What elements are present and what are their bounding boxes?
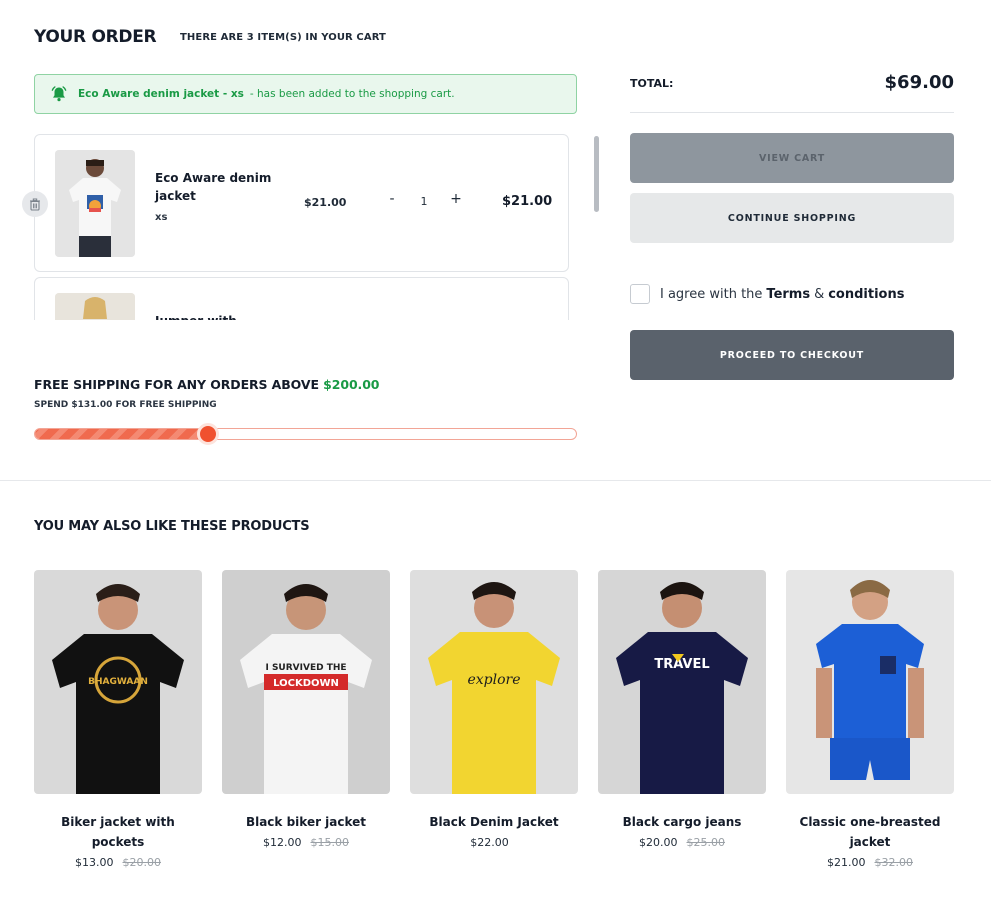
svg-text:BHAGWAAN: BHAGWAAN (88, 677, 148, 687)
cart-items-list[interactable]: Eco Aware denim jacket xs $21.00 - 1 + $… (34, 134, 600, 320)
svg-text:LOCKDOWN: LOCKDOWN (273, 678, 339, 689)
product-image[interactable]: I SURVIVED THE LOCKDOWN (222, 570, 390, 794)
cart-item: Jumper with (34, 277, 569, 320)
cart-item-name[interactable]: Eco Aware denim jacket (155, 169, 275, 205)
total-value: $69.00 (884, 72, 954, 93)
product-price: $13.00 (75, 856, 114, 869)
added-to-cart-alert: Eco Aware denim jacket - xs - has been a… (34, 74, 577, 114)
total-label: TOTAL: (630, 77, 674, 90)
product-prices: $13.00 $20.00 (34, 856, 202, 869)
product-card[interactable]: BHAGWAAN Biker jacket with pockets $13.0… (34, 570, 202, 869)
quantity-value[interactable]: 1 (416, 195, 432, 208)
cart-item-image (55, 150, 135, 257)
product-old-price: $15.00 (310, 836, 350, 849)
cart-item: Eco Aware denim jacket xs $21.00 - 1 + $… (34, 134, 569, 272)
continue-shopping-button[interactable]: CONTINUE SHOPPING (630, 193, 954, 243)
total-divider (630, 112, 954, 113)
free-shipping-threshold: $200.00 (323, 377, 380, 392)
trash-icon (30, 198, 40, 211)
product-prices: $12.00 $15.00 (222, 836, 390, 849)
product-image[interactable] (786, 570, 954, 794)
cart-item-variant: xs (155, 212, 168, 223)
product-image[interactable]: BHAGWAAN (34, 570, 202, 794)
quantity-increase-button[interactable]: + (448, 191, 464, 211)
cart-item-price: $21.00 (304, 196, 347, 209)
product-old-price: $25.00 (686, 836, 726, 849)
cart-item-name[interactable]: Jumper with (155, 312, 275, 320)
product-price: $22.00 (470, 836, 509, 849)
view-cart-button[interactable]: VIEW CART (630, 133, 954, 183)
product-card[interactable]: I SURVIVED THE LOCKDOWN Black biker jack… (222, 570, 390, 849)
product-old-price: $32.00 (874, 856, 914, 869)
terms-link[interactable]: Terms (766, 287, 810, 302)
svg-text:TRAVEL: TRAVEL (654, 657, 709, 672)
quantity-decrease-button[interactable]: - (385, 191, 399, 211)
progress-fill (35, 429, 209, 439)
product-prices: $20.00 $25.00 (598, 836, 766, 849)
product-name[interactable]: Classic one-breasted jacket (786, 812, 954, 852)
product-name[interactable]: Biker jacket with pockets (34, 812, 202, 852)
product-name[interactable]: Black Denim Jacket (410, 812, 578, 832)
product-card[interactable]: explore Black Denim Jacket $22.00 (410, 570, 578, 849)
terms-agreement: I agree with the Terms & conditions (630, 284, 908, 304)
terms-checkbox[interactable] (630, 284, 650, 304)
proceed-to-checkout-button[interactable]: PROCEED TO CHECKOUT (630, 330, 954, 380)
agree-text: I agree with the (660, 286, 763, 302)
recommendations-title: YOU MAY ALSO LIKE THESE PRODUCTS (34, 519, 310, 534)
ampersand: & (814, 286, 825, 302)
product-prices: $21.00 $32.00 (786, 856, 954, 869)
free-shipping-title: FREE SHIPPING FOR ANY ORDERS ABOVE $200.… (34, 377, 379, 392)
cart-scrollbar[interactable] (594, 136, 599, 212)
alert-product-name: Eco Aware denim jacket - xs (78, 88, 244, 100)
free-shipping-text: FREE SHIPPING FOR ANY ORDERS ABOVE (34, 377, 319, 392)
remove-item-button[interactable] (22, 191, 48, 217)
section-divider (0, 480, 991, 481)
product-price: $21.00 (827, 856, 866, 869)
product-image[interactable]: explore (410, 570, 578, 794)
product-card[interactable]: TRAVEL Black cargo jeans $20.00 $25.00 (598, 570, 766, 849)
cart-count-text: THERE ARE 3 ITEM(S) IN YOUR CART (180, 32, 386, 43)
bell-icon (50, 85, 68, 103)
alert-message: - has been added to the shopping cart. (249, 88, 455, 100)
product-price: $12.00 (263, 836, 302, 849)
page-title: YOUR ORDER (34, 27, 157, 47)
svg-text:explore: explore (467, 672, 520, 688)
product-name[interactable]: Black biker jacket (222, 812, 390, 832)
product-price: $20.00 (639, 836, 678, 849)
free-shipping-progress-bar (34, 423, 577, 445)
product-old-price: $20.00 (122, 856, 162, 869)
free-shipping-remaining: SPEND $131.00 FOR FREE SHIPPING (34, 400, 217, 410)
product-prices: $22.00 (410, 836, 578, 849)
product-card[interactable]: Classic one-breasted jacket $21.00 $32.00 (786, 570, 954, 869)
progress-knob (197, 423, 220, 445)
cart-item-image (55, 293, 135, 320)
cart-item-total: $21.00 (502, 194, 553, 209)
svg-text:I SURVIVED THE: I SURVIVED THE (265, 663, 346, 673)
product-name[interactable]: Black cargo jeans (598, 812, 766, 832)
product-image[interactable]: TRAVEL (598, 570, 766, 794)
conditions-link[interactable]: conditions (828, 287, 904, 302)
